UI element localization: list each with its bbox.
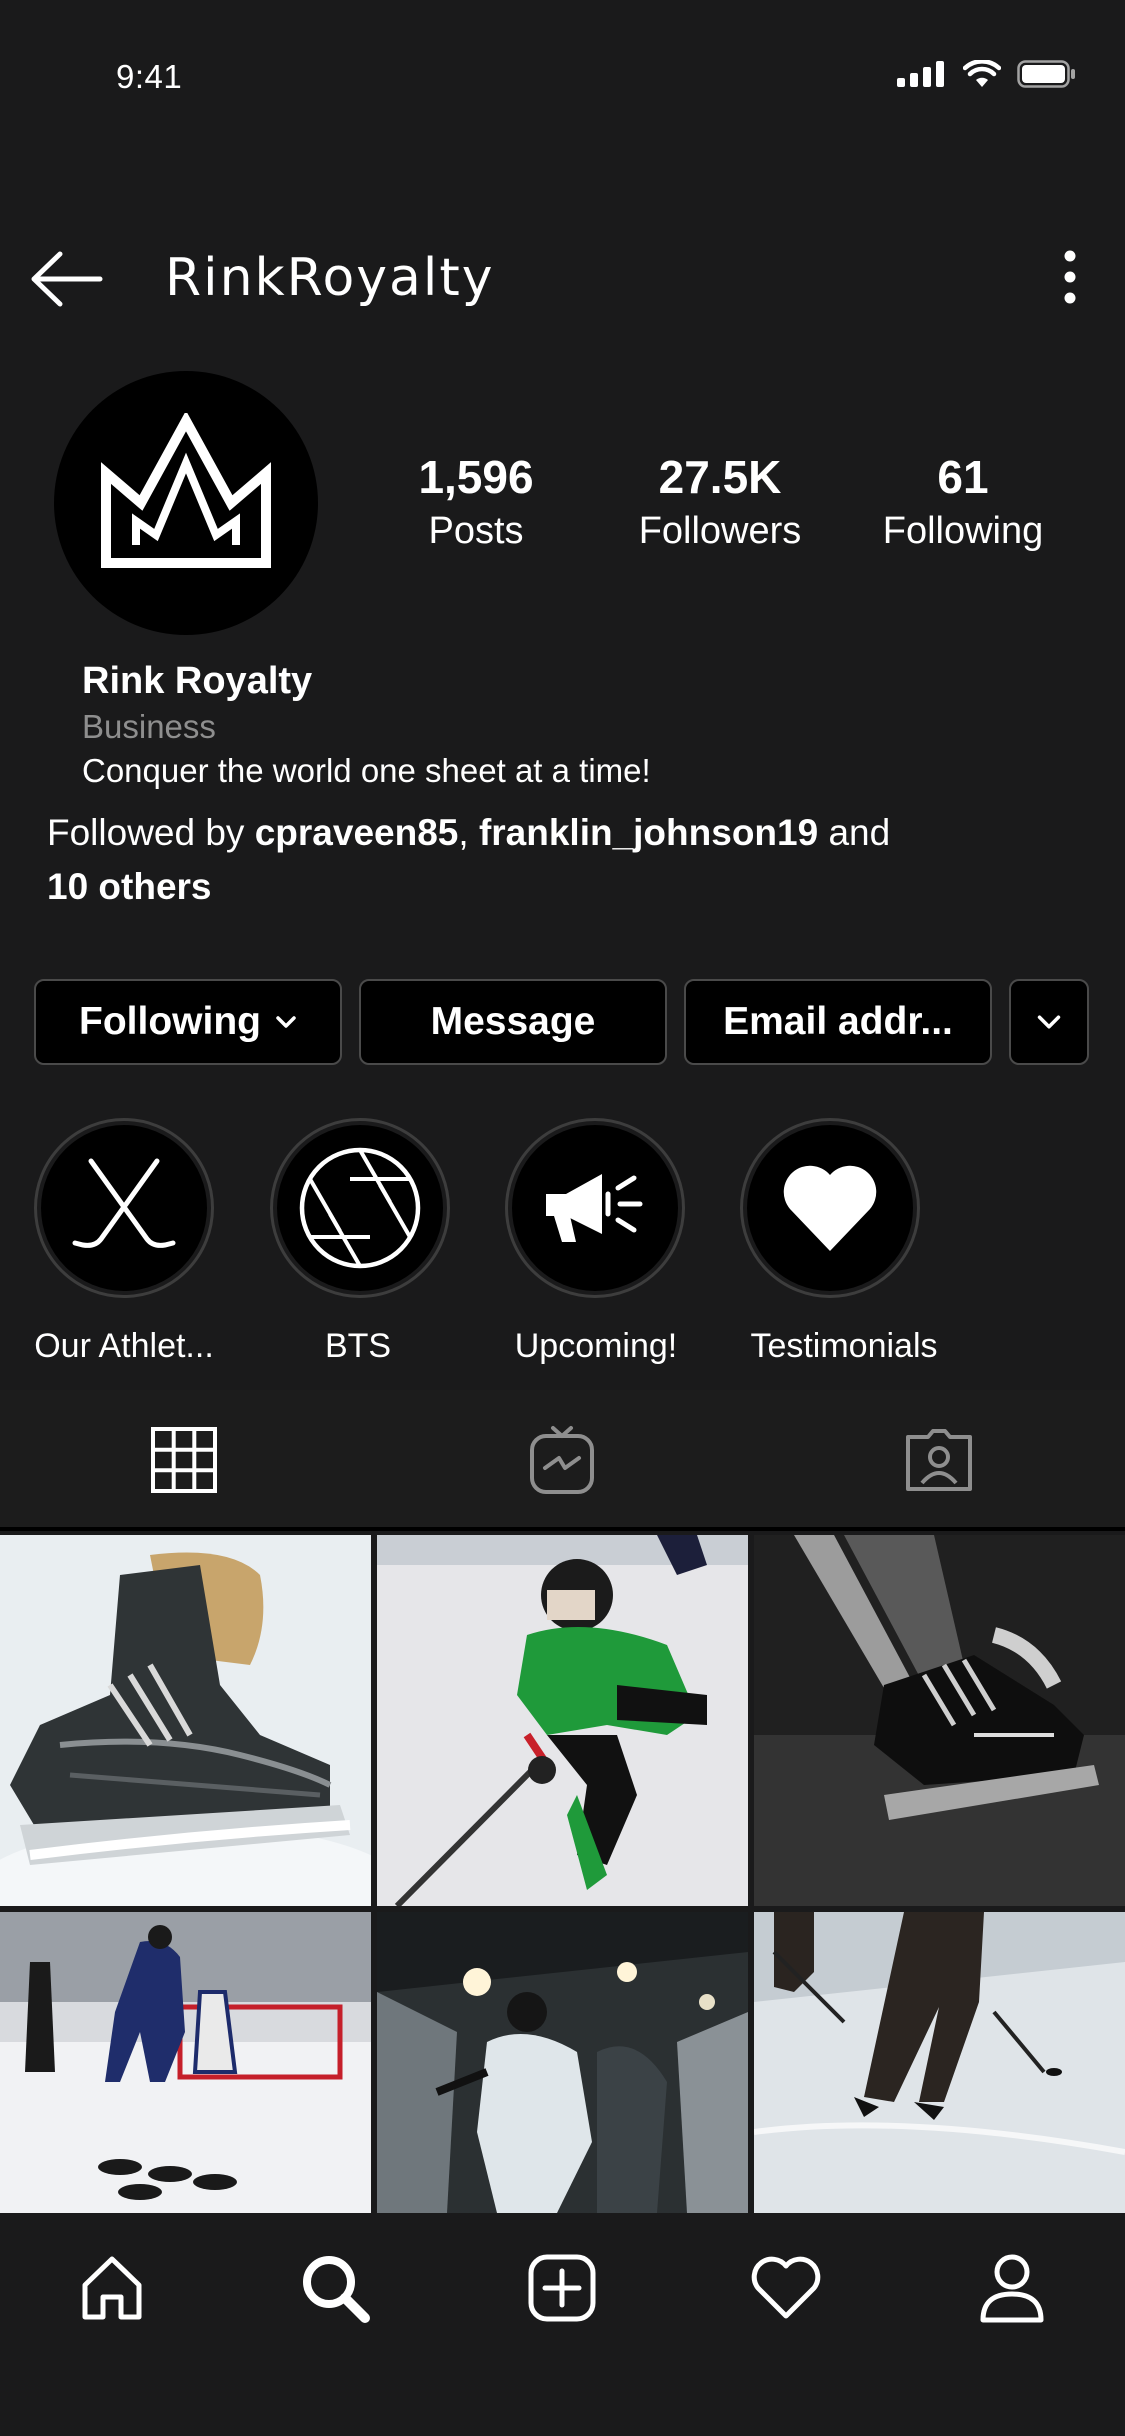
follower-link-1[interactable]: cpraveen85 [255, 812, 459, 853]
profile-avatar[interactable] [54, 371, 318, 635]
profile-display-name: Rink Royalty [82, 660, 313, 702]
post-thumbnail[interactable] [754, 1535, 1125, 1906]
highlight-label: Our Athlet... [34, 1327, 214, 1365]
message-button[interactable]: Message [359, 979, 667, 1065]
follower-link-2[interactable]: franklin_johnson19 [479, 812, 818, 853]
stat-posts-label: Posts [428, 510, 524, 552]
igtv-icon [530, 1426, 594, 1494]
nav-home[interactable] [67, 2248, 157, 2328]
profile-icon [980, 2254, 1044, 2323]
highlight-our-athletes[interactable] [34, 1118, 214, 1298]
grid-icon [151, 1427, 217, 1493]
stat-followers[interactable]: 27.5K Followers [610, 450, 830, 558]
tab-grid[interactable] [144, 1420, 224, 1500]
back-arrow-icon[interactable] [30, 250, 104, 308]
message-button-label: Message [430, 1000, 596, 1043]
status-time: 9:41 [116, 58, 183, 95]
email-button-label: Email addr... [723, 1000, 953, 1043]
tab-divider [0, 1527, 1125, 1531]
home-icon [82, 2256, 142, 2320]
following-button[interactable]: Following [34, 979, 342, 1065]
post-thumbnail[interactable] [377, 1535, 748, 1906]
stat-followers-count: 27.5K [658, 451, 782, 503]
post-image-ice-skating [754, 1912, 1125, 2213]
highlight-bts[interactable] [270, 1118, 450, 1298]
email-button[interactable]: Email addr... [684, 979, 992, 1065]
highlight-label: Upcoming! [514, 1327, 678, 1365]
aperture-icon [299, 1147, 421, 1269]
highlight-label: BTS [324, 1327, 392, 1365]
battery-icon [1017, 60, 1075, 88]
post-image-green-player [377, 1535, 748, 1906]
following-button-label: Following [79, 1000, 261, 1043]
post-image-lacing-skate [754, 1535, 1125, 1906]
nav-profile[interactable] [967, 2248, 1057, 2328]
more-options-icon[interactable] [1060, 250, 1080, 304]
followed-by-mid: and [818, 812, 891, 853]
nav-new-post[interactable] [517, 2248, 607, 2328]
activity-heart-icon [751, 2256, 821, 2319]
stat-followers-label: Followers [638, 510, 802, 552]
stat-following[interactable]: 61 Following [853, 450, 1073, 558]
followed-by-text[interactable]: Followed by cpraveen85, franklin_johnson… [47, 806, 1087, 914]
tagged-icon [906, 1429, 972, 1491]
chevron-down-icon [276, 1016, 296, 1028]
post-image-skate-snow [0, 1535, 371, 1906]
search-icon [303, 2256, 370, 2323]
post-image-rink-practice [0, 1912, 371, 2213]
profile-category: Business [82, 708, 216, 745]
post-image-tunnel-player [377, 1912, 748, 2213]
nav-activity[interactable] [741, 2248, 831, 2328]
signal-icon [897, 61, 944, 87]
stat-following-count: 61 [937, 451, 989, 503]
stat-posts[interactable]: 1,596 Posts [366, 450, 586, 558]
megaphone-icon [546, 1174, 643, 1242]
tab-igtv[interactable] [522, 1420, 602, 1500]
chevron-down-icon [1037, 1015, 1061, 1029]
profile-username-title: RinkRoyalty [165, 248, 495, 308]
followed-by-prefix: Followed by [47, 812, 255, 853]
nav-search[interactable] [290, 2248, 380, 2328]
highlight-testimonials[interactable] [740, 1118, 920, 1298]
tab-tagged[interactable] [899, 1420, 979, 1500]
profile-bio: Conquer the world one sheet at a time! [82, 752, 651, 789]
status-icons [897, 60, 1075, 88]
stat-following-label: Following [882, 510, 1044, 552]
suggested-accounts-button[interactable] [1009, 979, 1089, 1065]
add-post-icon [528, 2254, 596, 2322]
post-thumbnail[interactable] [0, 1535, 371, 1906]
followed-by-others[interactable]: 10 others [47, 866, 212, 907]
highlight-upcoming[interactable] [505, 1118, 685, 1298]
stat-posts-count: 1,596 [418, 451, 534, 503]
heart-icon [783, 1165, 877, 1251]
highlight-label: Testimonials [750, 1327, 938, 1365]
hockey-sticks-icon [72, 1158, 176, 1248]
wifi-icon [963, 60, 1001, 87]
followed-by-sep: , [458, 812, 479, 853]
crown-logo-icon [101, 413, 271, 568]
